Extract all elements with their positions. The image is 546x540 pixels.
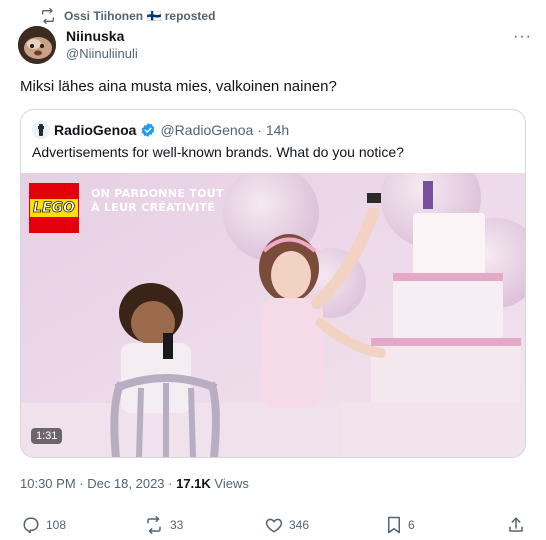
like-count: 346 [289, 518, 310, 532]
author-name[interactable]: Niinuska [66, 28, 138, 45]
reply-icon [22, 516, 40, 534]
more-options-icon[interactable]: ··· [513, 28, 532, 46]
quoted-tweet[interactable]: RadioGenoa @RadioGenoa · 14h Advertiseme… [20, 109, 526, 458]
video-thumbnail [21, 173, 525, 457]
repost-count: 33 [170, 518, 184, 532]
ad-slogan-line2: À LEUR CRÉATIVITÉ [91, 201, 216, 214]
tweet-timestamp: 10:30 PM · Dec 18, 2023 · 17.1K Views [20, 476, 249, 491]
author-handle[interactable]: @Niinuliinuli [66, 45, 138, 62]
reply-button[interactable]: 108 [22, 516, 66, 534]
repost-action-icon [144, 516, 164, 534]
author-block: Niinuska @Niinuliinuli [66, 28, 138, 62]
ad-slogan-line1: ON PARDONNE TOUT [91, 187, 224, 200]
bookmark-count: 6 [408, 518, 415, 532]
views-label: Views [210, 476, 249, 491]
lego-logo: LEGO [29, 183, 79, 233]
video-duration-badge: 1:31 [31, 428, 63, 444]
quote-author-avatar[interactable] [32, 121, 50, 139]
repost-indicator: Ossi Tiihonen 🇫🇮 reposted [40, 8, 215, 24]
quote-author-name[interactable]: RadioGenoa [54, 122, 136, 138]
repost-button[interactable]: 33 [144, 516, 183, 534]
verified-badge-icon [140, 122, 156, 138]
reply-count: 108 [46, 518, 67, 532]
repost-text[interactable]: Ossi Tiihonen 🇫🇮 reposted [64, 9, 215, 23]
views-count: 17.1K [176, 476, 211, 491]
share-button[interactable] [507, 516, 525, 534]
share-icon [507, 516, 525, 534]
repost-icon [40, 8, 56, 24]
quote-author-handle[interactable]: @RadioGenoa [160, 122, 253, 138]
bookmark-icon [386, 516, 402, 534]
tweet-text: Miksi lähes aina musta mies, valkoinen n… [20, 78, 337, 95]
video-media[interactable]: LEGO ON PARDONNE TOUT À LEUR CRÉATIVITÉ … [21, 173, 525, 457]
like-button[interactable]: 346 [265, 516, 309, 534]
quote-time[interactable]: · 14h [257, 122, 289, 138]
lego-logo-text: LEGO [30, 199, 78, 217]
action-bar: 108 33 346 6 [0, 516, 546, 540]
bookmark-button[interactable]: 6 [386, 516, 415, 534]
heart-icon [265, 516, 283, 534]
timestamp-text[interactable]: 10:30 PM · Dec 18, 2023 · [20, 476, 176, 491]
quote-text: Advertisements for well-known brands. Wh… [32, 144, 404, 160]
ad-slogan: ON PARDONNE TOUT À LEUR CRÉATIVITÉ [91, 187, 224, 215]
quote-header: RadioGenoa @RadioGenoa · 14h [32, 121, 289, 139]
author-avatar[interactable] [18, 26, 56, 64]
